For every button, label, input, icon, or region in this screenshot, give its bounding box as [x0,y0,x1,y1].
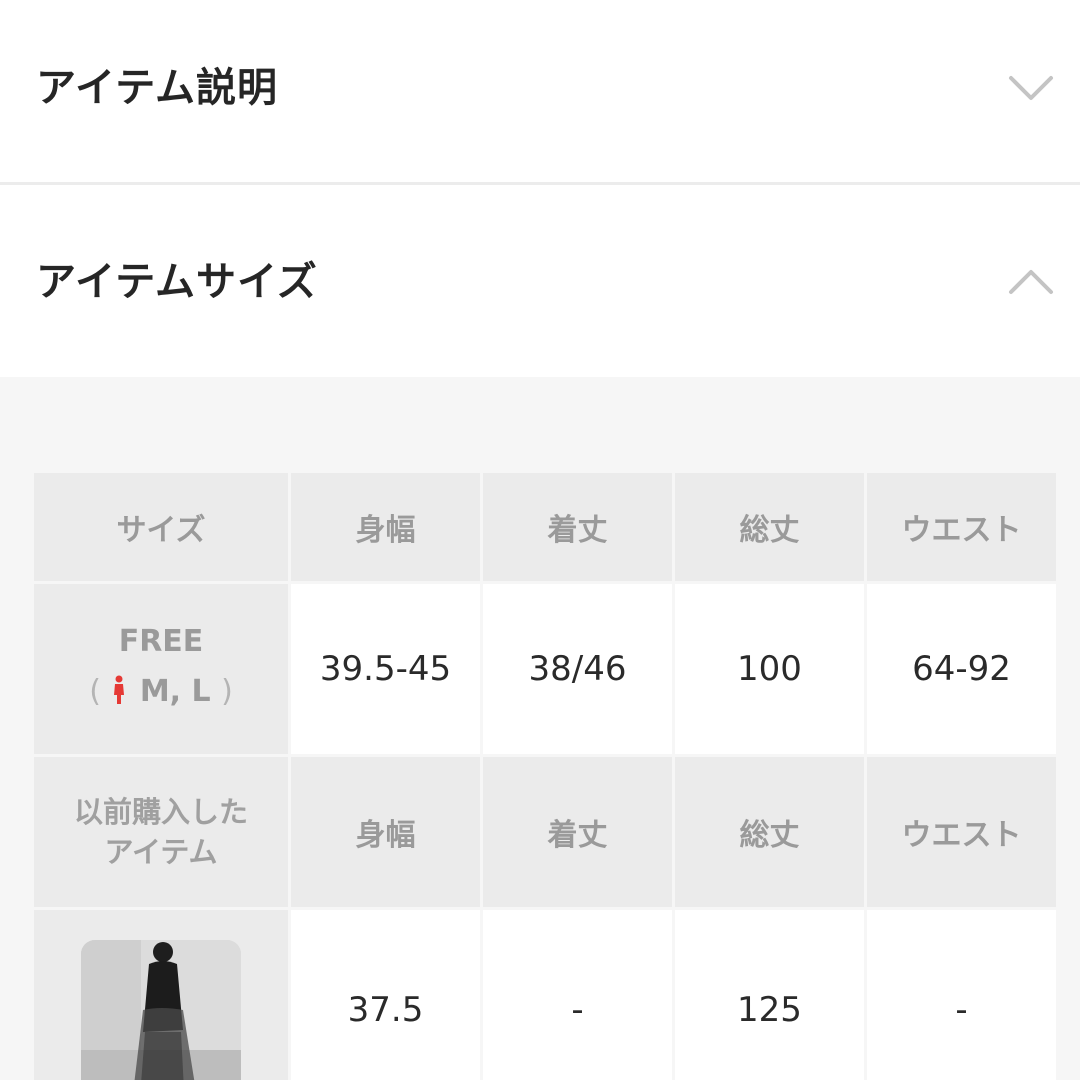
table-row: 37.5 - 125 - [34,910,1056,1080]
item-description-title: アイテム説明 [36,65,278,111]
previous-items-header-row: 以前購入した アイテム 身幅 着丈 総丈 ウエスト [34,757,1056,907]
item-size-title: アイテムサイズ [36,259,318,305]
previous-length-value: - [483,910,672,1080]
size-table-header-row: サイズ 身幅 着丈 総丈 ウエスト [34,473,1056,581]
table-row: FREE ( M, L ) 39.5-45 38/46 100 64-92 [34,584,1056,754]
size-fit-note: ( M, L ) [89,674,233,709]
free-total-length-value: 100 [675,584,864,754]
previous-column-header-waist: ウエスト [867,757,1056,907]
column-header-total-length: 総丈 [675,473,864,581]
size-free-label: FREE [118,624,204,659]
size-fit-text: M, L [139,674,211,709]
item-detail-page: アイテム説明 アイテムサイズ サイズ 身幅 着丈 総丈 ウエスト FREE (… [0,0,1080,1080]
previous-item-thumb-cell [34,910,288,1080]
section-divider [0,182,1080,185]
column-header-length: 着丈 [483,473,672,581]
size-label-cell: FREE ( M, L ) [34,584,288,754]
column-header-chest: 身幅 [291,473,480,581]
column-header-waist: ウエスト [867,473,1056,581]
previous-waist-value: - [867,910,1056,1080]
free-chest-value: 39.5-45 [291,584,480,754]
size-table-area: サイズ 身幅 着丈 総丈 ウエスト FREE ( M, L ) 39.5-45 … [0,377,1080,1080]
chevron-down-icon[interactable] [1006,63,1056,113]
size-table: サイズ 身幅 着丈 総丈 ウエスト FREE ( M, L ) 39.5-45 … [31,470,1059,1080]
previous-items-label-line1: 以前購入した [73,795,248,829]
item-description-header[interactable]: アイテム説明 [0,43,1080,133]
previous-items-label-cell: 以前購入した アイテム [34,757,288,907]
chevron-up-icon[interactable] [1006,257,1056,307]
previous-column-header-total-length: 総丈 [675,757,864,907]
previous-chest-value: 37.5 [291,910,480,1080]
person-icon [114,675,125,704]
item-size-header[interactable]: アイテムサイズ [0,237,1080,327]
previous-total-length-value: 125 [675,910,864,1080]
column-header-size: サイズ [34,473,288,581]
previous-column-header-chest: 身幅 [291,757,480,907]
previous-column-header-length: 着丈 [483,757,672,907]
previous-items-label-line2: アイテム [104,835,218,869]
previous-item-thumbnail[interactable] [81,940,241,1080]
free-waist-value: 64-92 [867,584,1056,754]
free-length-value: 38/46 [483,584,672,754]
